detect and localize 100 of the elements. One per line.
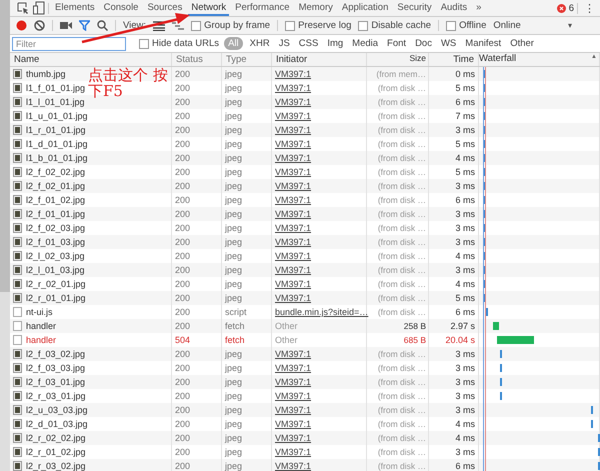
file-name[interactable]: l2_f_03_02.jpg: [26, 347, 86, 361]
initiator-link[interactable]: VM397:1: [275, 139, 312, 149]
clear-icon[interactable]: [34, 20, 45, 31]
type-filter[interactable]: JS: [276, 37, 292, 50]
checkbox[interactable]: [285, 20, 296, 30]
file-name[interactable]: l2_r_02_01.jpg: [26, 277, 86, 291]
initiator-link[interactable]: VM397:1: [275, 265, 312, 275]
initiator-link[interactable]: VM397:1: [275, 363, 312, 373]
waterfall-view-icon[interactable]: [172, 20, 184, 30]
column-header[interactable]: Name: [10, 53, 172, 66]
initiator-link[interactable]: VM397:1: [275, 223, 312, 233]
panel-tab[interactable]: Sources: [144, 0, 186, 16]
file-name[interactable]: l2_r_01_02.jpg: [26, 445, 86, 459]
caret-icon[interactable]: ▾: [568, 21, 572, 30]
throttle-select[interactable]: Online: [493, 20, 521, 31]
filter-icon[interactable]: [79, 20, 90, 31]
device-icon[interactable]: [33, 1, 45, 15]
file-name[interactable]: l1_d_01_01.jpg: [26, 137, 88, 151]
initiator-link[interactable]: VM397:1: [275, 97, 312, 107]
file-name[interactable]: l2_u_03_03.jpg: [26, 403, 88, 417]
type-filter[interactable]: Font: [385, 37, 408, 50]
column-header[interactable]: Time: [429, 53, 479, 66]
record-icon[interactable]: [16, 20, 27, 31]
initiator-link[interactable]: VM397:1: [275, 69, 312, 79]
initiator-link[interactable]: VM397:1: [275, 391, 312, 401]
initiator-link[interactable]: VM397:1: [275, 237, 312, 247]
initiator-link[interactable]: VM397:1: [275, 153, 312, 163]
initiator-link[interactable]: VM397:1: [275, 181, 312, 191]
list-view-icon[interactable]: [153, 20, 166, 30]
type-filter[interactable]: Doc: [413, 37, 434, 50]
type-filter[interactable]: WS: [438, 37, 458, 50]
initiator-link[interactable]: VM397:1: [275, 195, 312, 205]
initiator-link[interactable]: VM397:1: [275, 293, 312, 303]
file-name[interactable]: l2_f_02_02.jpg: [26, 165, 86, 179]
file-name[interactable]: l2_f_02_01.jpg: [26, 179, 86, 193]
initiator-link[interactable]: VM397:1: [275, 405, 312, 415]
menu-button[interactable]: ⋮: [581, 2, 598, 14]
file-name[interactable]: l2_l_01_03.jpg: [26, 263, 85, 277]
type-filter[interactable]: Img: [325, 37, 346, 50]
option-label[interactable]: Offline: [459, 20, 486, 31]
panel-tab[interactable]: Audits: [438, 0, 470, 16]
initiator-link[interactable]: VM397:1: [275, 251, 312, 261]
file-name[interactable]: l2_f_01_01.jpg: [26, 207, 86, 221]
initiator-link[interactable]: VM397:1: [275, 377, 312, 387]
error-count[interactable]: 6: [568, 2, 574, 14]
panel-tab[interactable]: Elements: [52, 0, 98, 16]
initiator-link[interactable]: VM397:1: [275, 419, 312, 429]
file-name[interactable]: handler: [26, 319, 56, 333]
file-name[interactable]: l2_r_03_02.jpg: [26, 459, 86, 471]
type-filter[interactable]: Manifest: [463, 37, 504, 50]
initiator-link[interactable]: VM397:1: [275, 279, 312, 289]
file-name[interactable]: l2_d_01_03.jpg: [26, 417, 88, 431]
file-name[interactable]: l2_r_01_01.jpg: [26, 291, 86, 305]
file-name[interactable]: l2_l_02_03.jpg: [26, 249, 85, 263]
option-label[interactable]: Group by frame: [204, 20, 270, 31]
panel-tab[interactable]: Memory: [296, 0, 336, 16]
initiator-link[interactable]: VM397:1: [275, 349, 312, 359]
file-name[interactable]: l2_r_02_02.jpg: [26, 431, 86, 445]
option-label[interactable]: Preserve log: [298, 20, 352, 31]
panel-tab[interactable]: Security: [394, 0, 435, 16]
file-name[interactable]: l1_l_01_01.jpg: [26, 95, 85, 109]
initiator-link[interactable]: VM397:1: [275, 111, 312, 121]
type-filter[interactable]: CSS: [296, 37, 320, 50]
file-name[interactable]: l2_f_01_03.jpg: [26, 235, 86, 249]
initiator-link[interactable]: VM397:1: [275, 461, 312, 471]
inspect-icon[interactable]: [16, 1, 30, 15]
column-header[interactable]: Status: [172, 53, 222, 66]
type-filter[interactable]: Media: [350, 37, 380, 50]
file-name[interactable]: l2_f_02_03.jpg: [26, 221, 86, 235]
file-name[interactable]: l2_f_03_01.jpg: [26, 375, 86, 389]
file-name[interactable]: l1_f_01_01.jpg: [26, 81, 86, 95]
checkbox[interactable]: [446, 20, 456, 30]
initiator-link[interactable]: VM397:1: [275, 83, 312, 93]
initiator-link[interactable]: bundle.min.js?siteid=…: [275, 307, 368, 317]
page-scrollbar[interactable]: [0, 0, 10, 471]
initiator-link[interactable]: VM397:1: [275, 167, 312, 177]
file-name[interactable]: l1_r_01_01.jpg: [26, 123, 86, 137]
initiator-link[interactable]: VM397:1: [275, 125, 312, 135]
file-name[interactable]: l2_f_03_03.jpg: [26, 361, 86, 375]
file-name[interactable]: l1_u_01_01.jpg: [26, 109, 88, 123]
checkbox[interactable]: [139, 38, 149, 48]
option-label[interactable]: Hide data URLs: [152, 38, 220, 49]
more-tabs-button[interactable]: »: [473, 0, 484, 16]
type-filter[interactable]: Other: [508, 37, 536, 50]
file-name[interactable]: handler: [26, 333, 56, 347]
search-icon[interactable]: [97, 20, 108, 31]
panel-tab[interactable]: Performance: [232, 0, 293, 16]
file-name[interactable]: l2_r_03_01.jpg: [26, 389, 86, 403]
type-filter[interactable]: XHR: [248, 37, 272, 50]
panel-tab[interactable]: Application: [338, 0, 392, 16]
checkbox[interactable]: [191, 20, 202, 30]
camera-icon[interactable]: [60, 21, 72, 30]
column-header[interactable]: Type: [222, 53, 272, 66]
panel-tab[interactable]: Console: [100, 0, 142, 16]
initiator-link[interactable]: VM397:1: [275, 433, 312, 443]
file-name[interactable]: thumb.jpg: [26, 67, 66, 81]
filter-field[interactable]: Filter: [12, 36, 126, 50]
file-name[interactable]: l2_f_01_02.jpg: [26, 193, 86, 207]
file-name[interactable]: l1_b_01_01.jpg: [26, 151, 88, 165]
initiator-link[interactable]: VM397:1: [275, 209, 312, 219]
